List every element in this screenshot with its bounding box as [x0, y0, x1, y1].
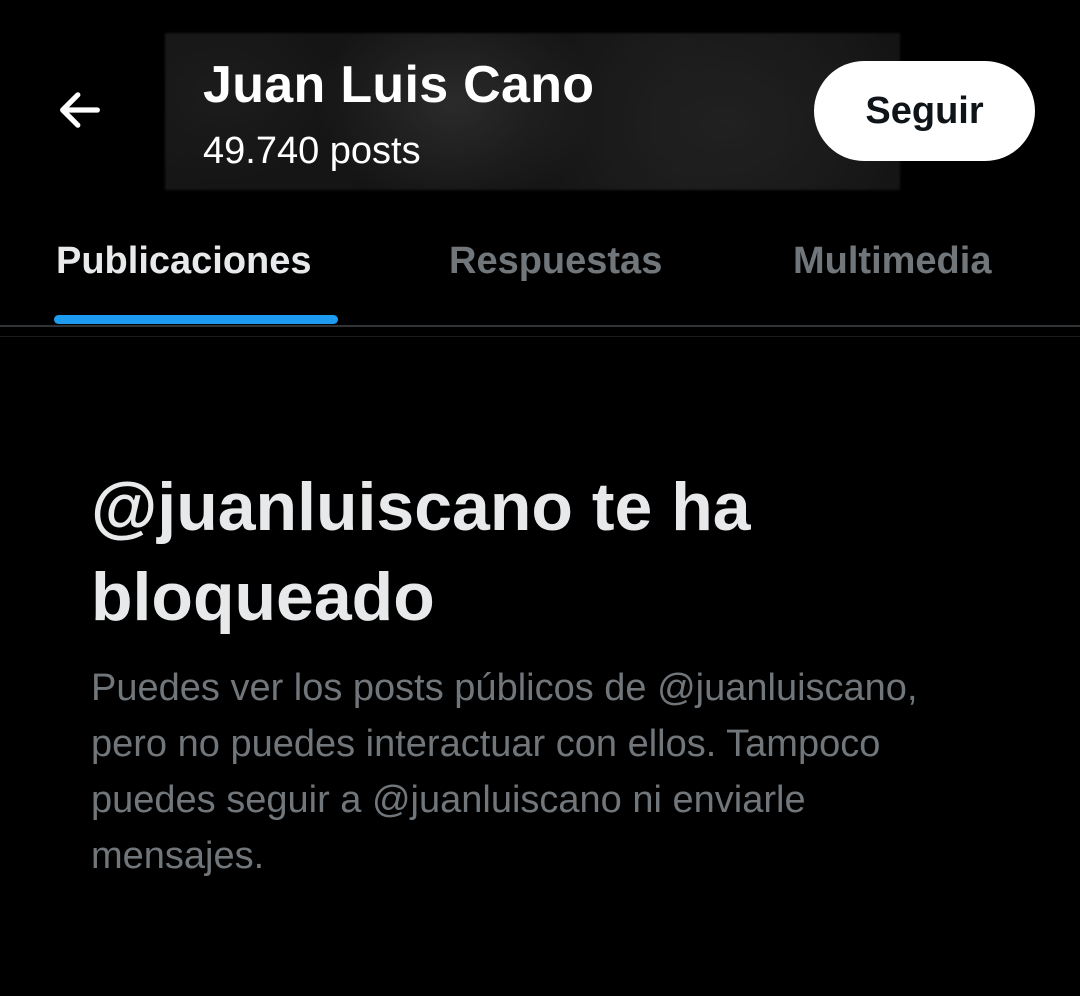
back-button[interactable]	[40, 72, 120, 152]
tab-respuestas[interactable]: Respuestas	[449, 240, 662, 283]
post-count: 49.740 posts	[203, 130, 421, 172]
tab-multimedia[interactable]: Multimedia	[793, 240, 991, 283]
profile-name: Juan Luis Cano	[203, 56, 595, 114]
blocked-description: Puedes ver los posts públicos de @juanlu…	[91, 667, 918, 877]
active-tab-indicator	[54, 315, 338, 324]
profile-tabs: Publicaciones Respuestas Multimedia	[0, 215, 1080, 325]
profile-header: Juan Luis Cano 49.740 posts Seguir	[0, 0, 1080, 215]
tab-publicaciones[interactable]: Publicaciones	[56, 240, 312, 283]
arrow-left-icon	[54, 84, 106, 141]
tabs-divider	[0, 325, 1080, 327]
tabs-divider-shadow	[0, 336, 1080, 337]
blocked-title: @juanluiscano te ha bloqueado	[91, 469, 751, 635]
follow-button[interactable]: Seguir	[814, 61, 1035, 161]
